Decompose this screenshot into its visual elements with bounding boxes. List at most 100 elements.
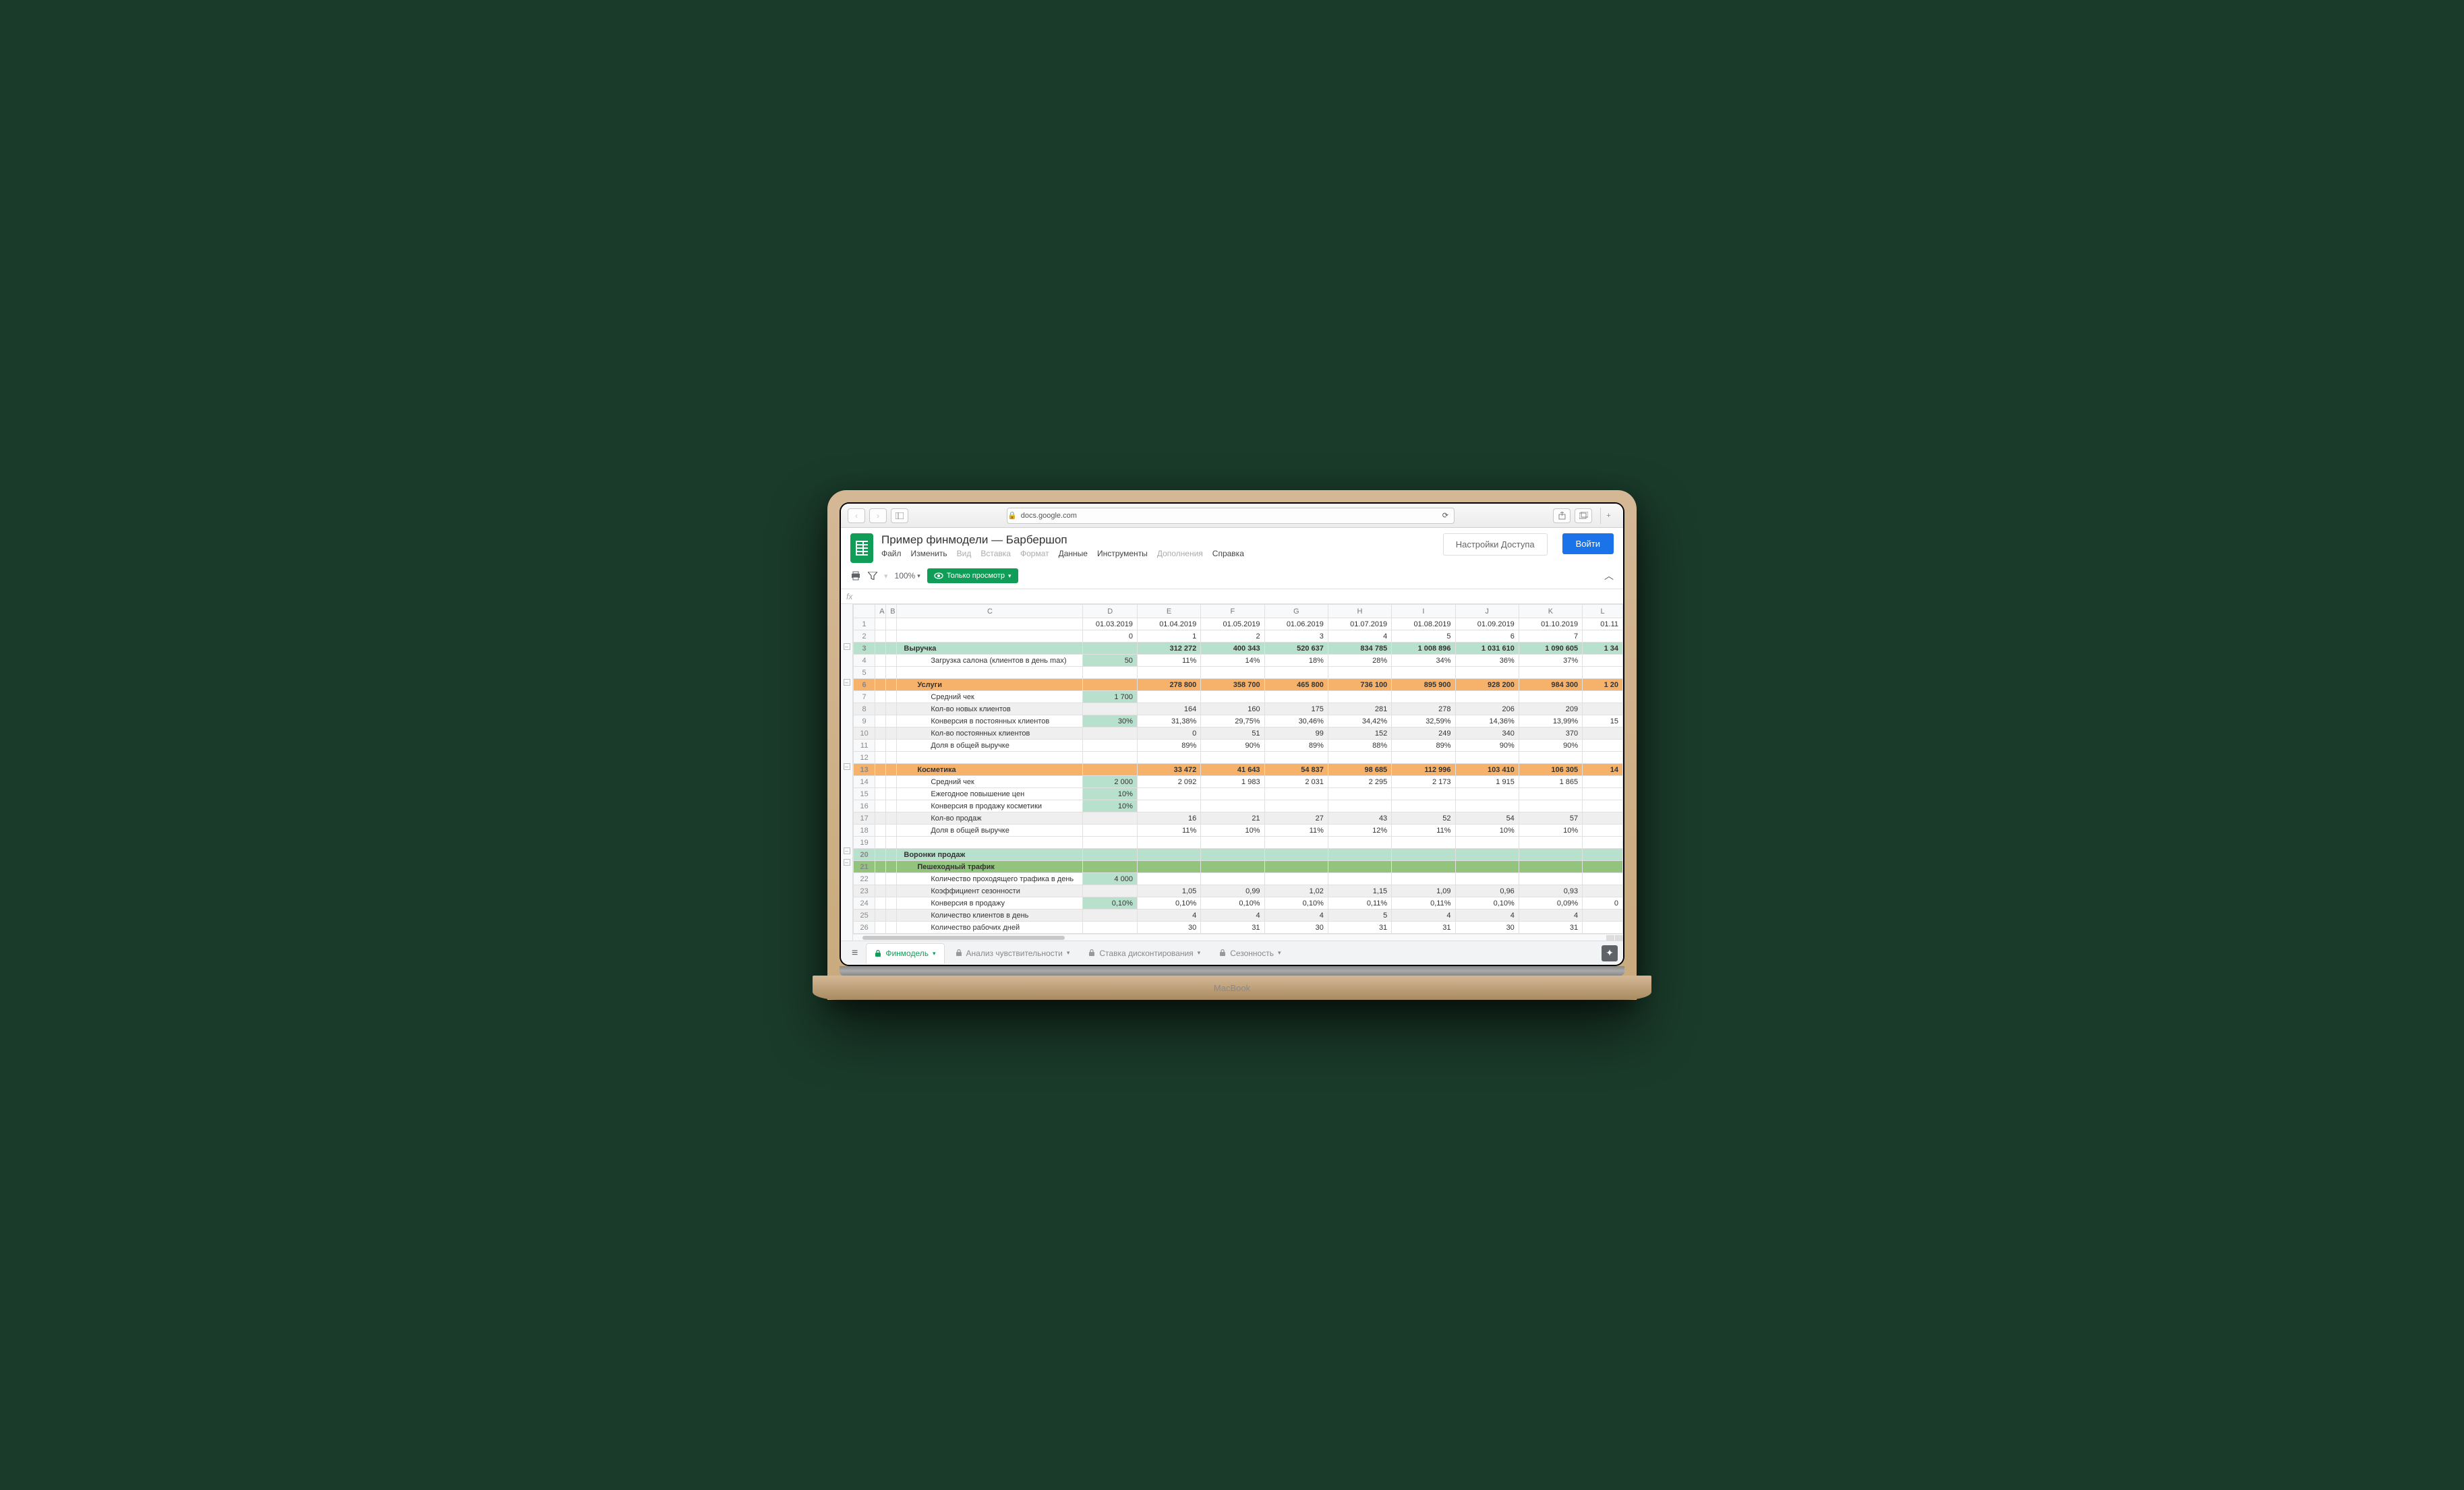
- cell[interactable]: [1583, 667, 1623, 679]
- cell[interactable]: 0,10%: [1264, 897, 1328, 910]
- group-toggle[interactable]: –: [844, 643, 850, 650]
- cell[interactable]: [1455, 873, 1519, 885]
- column-header[interactable]: J: [1455, 605, 1519, 618]
- cell[interactable]: [886, 788, 897, 800]
- cell[interactable]: [875, 825, 886, 837]
- sheet-tab[interactable]: Анализ чувствительности▾: [947, 943, 1078, 963]
- cell[interactable]: [1392, 849, 1455, 861]
- cell[interactable]: [1583, 837, 1623, 849]
- cell[interactable]: 34%: [1392, 655, 1455, 667]
- cell[interactable]: [1137, 667, 1200, 679]
- cell[interactable]: 88%: [1328, 740, 1391, 752]
- row-header[interactable]: 2: [854, 630, 875, 643]
- cell[interactable]: 0,10%: [1455, 897, 1519, 910]
- cell[interactable]: 31: [1328, 922, 1391, 934]
- cell[interactable]: [1083, 922, 1138, 934]
- column-header[interactable]: [854, 605, 875, 618]
- cell[interactable]: 1 20: [1583, 679, 1623, 691]
- cell[interactable]: 12%: [1328, 825, 1391, 837]
- cell[interactable]: [1392, 788, 1455, 800]
- cell[interactable]: [1201, 691, 1264, 703]
- cell[interactable]: 278: [1392, 703, 1455, 715]
- row-header[interactable]: 16: [854, 800, 875, 812]
- cell[interactable]: 01.10.2019: [1519, 618, 1582, 630]
- cell[interactable]: 52: [1392, 812, 1455, 825]
- cell[interactable]: 206: [1455, 703, 1519, 715]
- cell[interactable]: 4: [1328, 630, 1391, 643]
- cell[interactable]: 1 700: [1083, 691, 1138, 703]
- cell[interactable]: 895 900: [1392, 679, 1455, 691]
- cell[interactable]: [886, 655, 897, 667]
- cell[interactable]: 15: [1583, 715, 1623, 727]
- viewonly-badge[interactable]: Только просмотр ▾: [927, 568, 1018, 583]
- cell[interactable]: 41 643: [1201, 764, 1264, 776]
- cell[interactable]: 0: [1137, 727, 1200, 740]
- column-header[interactable]: I: [1392, 605, 1455, 618]
- cell[interactable]: [875, 691, 886, 703]
- cell[interactable]: [1264, 752, 1328, 764]
- cell[interactable]: [1583, 703, 1623, 715]
- cell[interactable]: 175: [1264, 703, 1328, 715]
- cell[interactable]: [886, 776, 897, 788]
- cell[interactable]: Загрузка салона (клиентов в день max): [897, 655, 1083, 667]
- cell[interactable]: 51: [1201, 727, 1264, 740]
- formula-bar[interactable]: fx: [841, 589, 1623, 604]
- cell[interactable]: 370: [1519, 727, 1582, 740]
- cell[interactable]: [875, 727, 886, 740]
- cell[interactable]: [1583, 825, 1623, 837]
- cell[interactable]: [1392, 861, 1455, 873]
- cell[interactable]: [875, 679, 886, 691]
- cell[interactable]: [1519, 861, 1582, 873]
- cell[interactable]: Средний чек: [897, 776, 1083, 788]
- cell[interactable]: [1583, 922, 1623, 934]
- cell[interactable]: [897, 837, 1083, 849]
- cell[interactable]: 43: [1328, 812, 1391, 825]
- cell[interactable]: [1201, 800, 1264, 812]
- cell[interactable]: [886, 849, 897, 861]
- cell[interactable]: [875, 897, 886, 910]
- cell[interactable]: 1 34: [1583, 643, 1623, 655]
- column-header[interactable]: G: [1264, 605, 1328, 618]
- column-header[interactable]: B: [886, 605, 897, 618]
- cell[interactable]: [886, 897, 897, 910]
- nav-back-button[interactable]: ‹: [848, 508, 865, 523]
- cell[interactable]: [1392, 752, 1455, 764]
- cell[interactable]: [875, 715, 886, 727]
- cell[interactable]: 50: [1083, 655, 1138, 667]
- row-header[interactable]: 24: [854, 897, 875, 910]
- cell[interactable]: [875, 837, 886, 849]
- cell[interactable]: [875, 873, 886, 885]
- cell[interactable]: [1083, 752, 1138, 764]
- cell[interactable]: [1264, 873, 1328, 885]
- cell[interactable]: 01.06.2019: [1264, 618, 1328, 630]
- menu-справка[interactable]: Справка: [1212, 549, 1244, 558]
- row-header[interactable]: 25: [854, 910, 875, 922]
- menu-инструменты[interactable]: Инструменты: [1097, 549, 1148, 558]
- row-header[interactable]: 13: [854, 764, 875, 776]
- row-header[interactable]: 1: [854, 618, 875, 630]
- cell[interactable]: 01.03.2019: [1083, 618, 1138, 630]
- cell[interactable]: [1083, 861, 1138, 873]
- cell[interactable]: [1201, 752, 1264, 764]
- cell[interactable]: 0: [1583, 897, 1623, 910]
- cell[interactable]: Кол-во продаж: [897, 812, 1083, 825]
- cell[interactable]: 0,10%: [1201, 897, 1264, 910]
- cell[interactable]: [886, 837, 897, 849]
- menu-вставка[interactable]: Вставка: [980, 549, 1011, 558]
- cell[interactable]: 34,42%: [1328, 715, 1391, 727]
- cell[interactable]: [1392, 837, 1455, 849]
- sheets-logo-icon[interactable]: [850, 533, 873, 563]
- cell[interactable]: [886, 825, 897, 837]
- row-header[interactable]: 3: [854, 643, 875, 655]
- cell[interactable]: [1137, 800, 1200, 812]
- column-header[interactable]: C: [897, 605, 1083, 618]
- row-header[interactable]: 22: [854, 873, 875, 885]
- row-header[interactable]: 9: [854, 715, 875, 727]
- cell[interactable]: 2: [1201, 630, 1264, 643]
- cell[interactable]: 27: [1264, 812, 1328, 825]
- cell[interactable]: 928 200: [1455, 679, 1519, 691]
- cell[interactable]: Коэффициент сезонности: [897, 885, 1083, 897]
- cell[interactable]: 0,10%: [1083, 897, 1138, 910]
- cell[interactable]: [875, 618, 886, 630]
- cell[interactable]: 1,02: [1264, 885, 1328, 897]
